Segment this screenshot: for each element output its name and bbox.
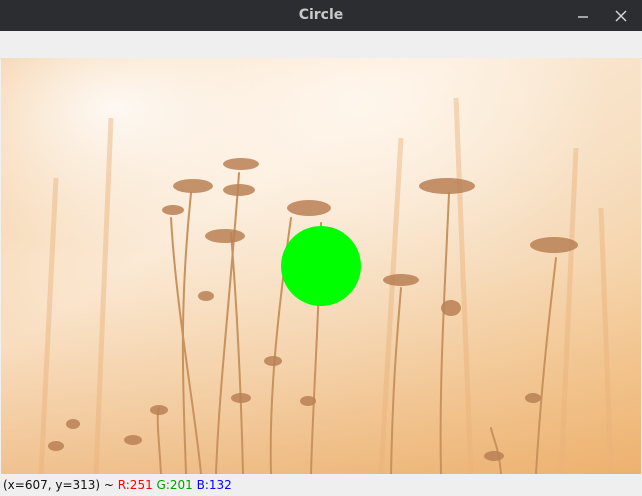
title-bar[interactable]: Circle: [0, 0, 642, 31]
status-red-value: R:251: [117, 478, 153, 492]
window-title: Circle: [298, 7, 344, 23]
status-bar: (x=607, y=313) ~ R:251 G:201 B:132: [0, 475, 642, 496]
minimize-icon: [578, 16, 588, 18]
image-window: Circle (x=607, y=313) ~ R:251 G:201 B:13…: [0, 0, 642, 496]
photo-dried-grass-flowers: [1, 58, 641, 474]
minimize-button[interactable]: [571, 4, 595, 28]
close-icon: [615, 10, 627, 22]
image-canvas[interactable]: [1, 58, 641, 474]
status-green-value: G:201: [156, 478, 193, 492]
close-button[interactable]: [609, 4, 633, 28]
toolbar-area: [0, 31, 642, 59]
status-blue-value: B:132: [196, 478, 232, 492]
green-circle: [281, 226, 361, 306]
status-coordinates: (x=607, y=313) ~: [3, 478, 118, 492]
